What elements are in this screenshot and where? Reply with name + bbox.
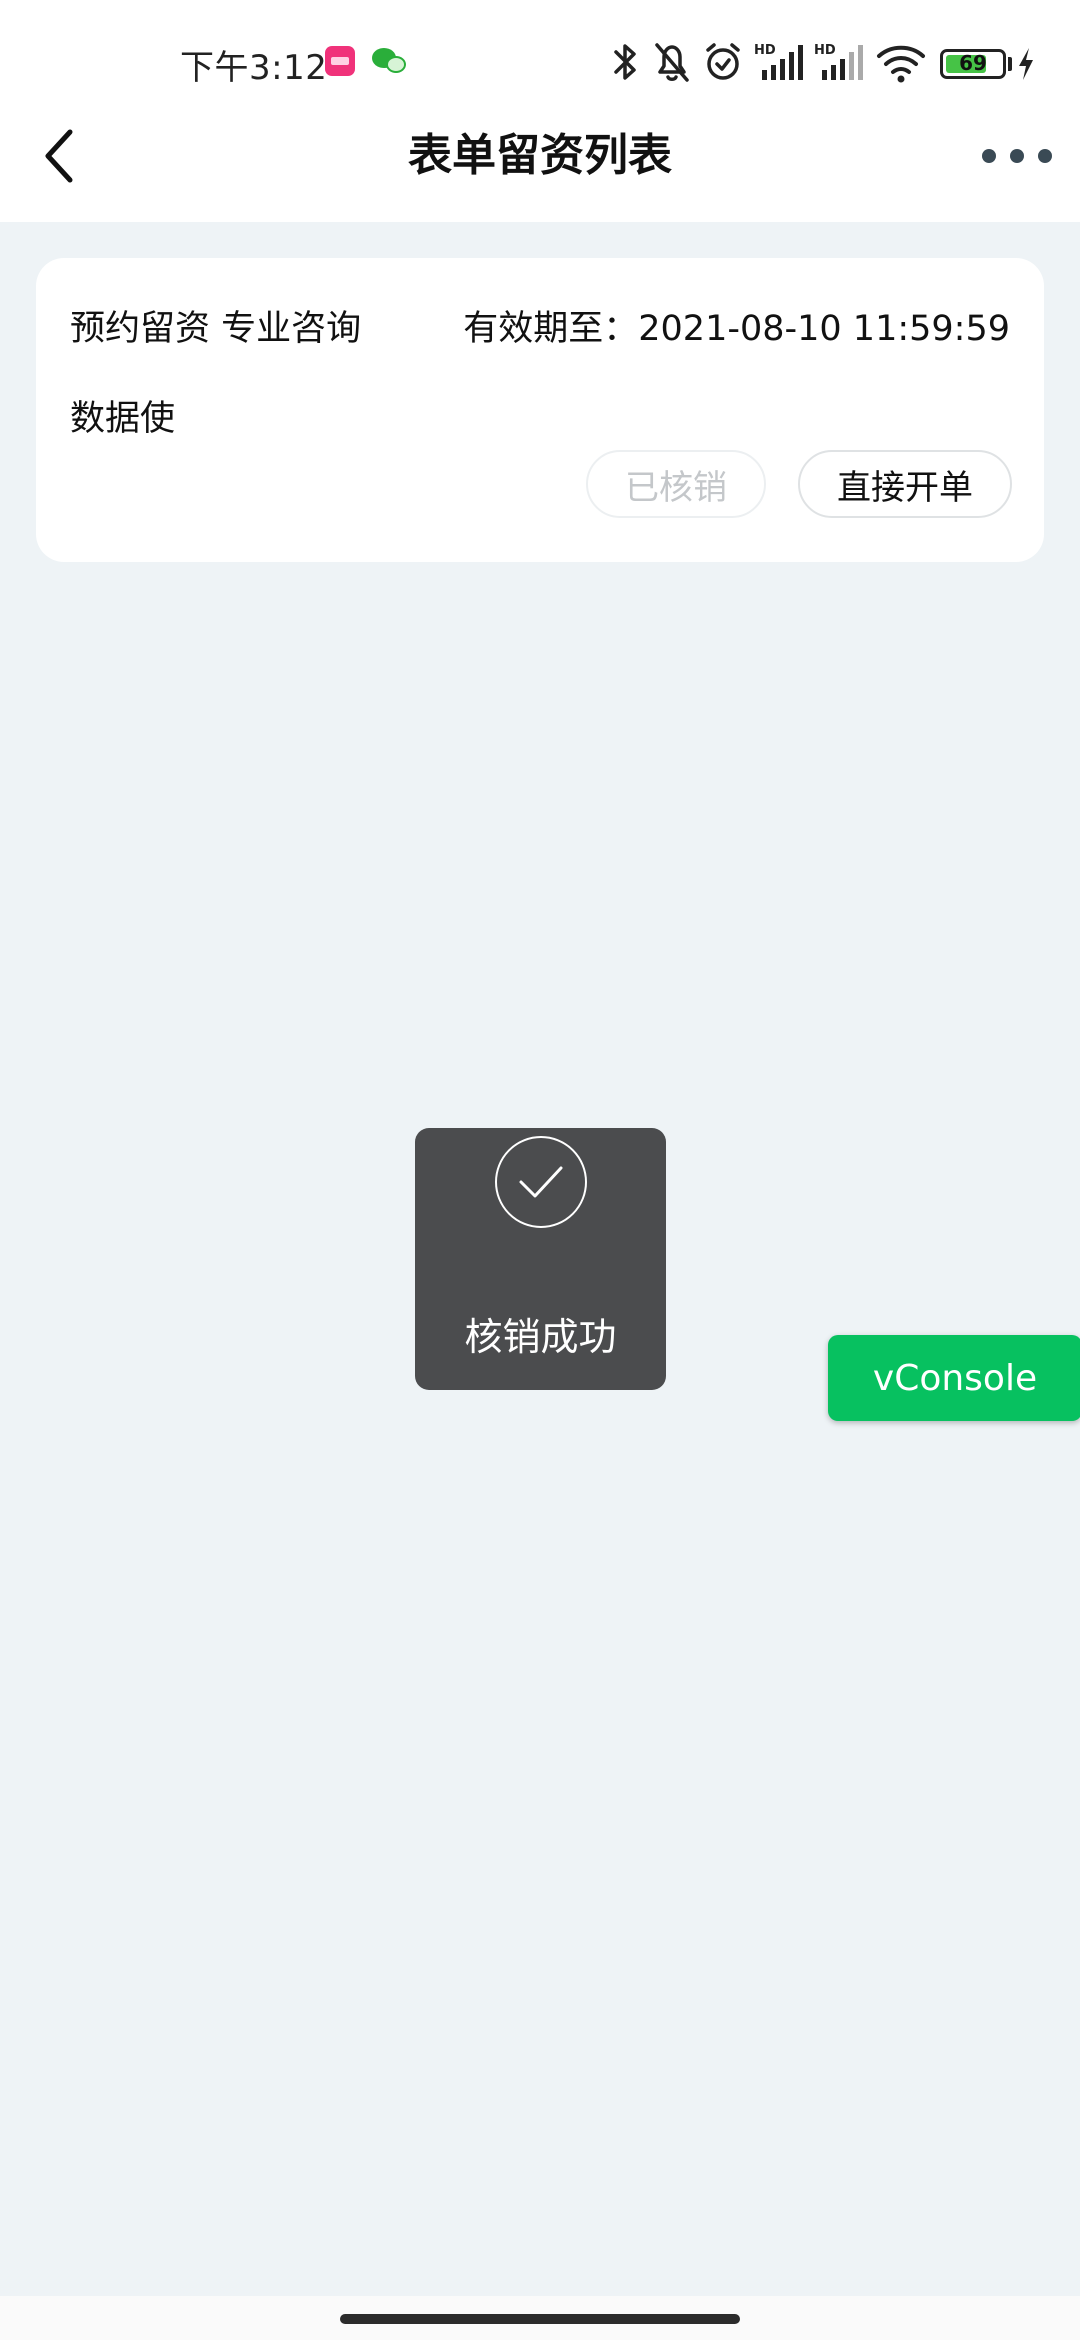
check-circle-icon — [495, 1136, 587, 1228]
success-toast: 核销成功 — [415, 1128, 666, 1390]
signal-icon: HD — [814, 43, 863, 80]
expiry-date: 有效期至：2021-08-10 11:59:59 — [463, 309, 1010, 349]
screen: 下午3:12 HD HD 69 表单留资列表 预约留资 专业咨询 有效期至：20… — [0, 0, 1080, 2340]
bottom-bar — [0, 2296, 1080, 2340]
lead-type: 预约留资 专业咨询 — [70, 309, 362, 349]
status-bar: 下午3:12 HD HD 69 — [0, 0, 1080, 126]
vconsole-button[interactable]: vConsole — [828, 1335, 1080, 1421]
toast-message: 核销成功 — [464, 1315, 617, 1359]
wifi-icon — [877, 45, 925, 83]
svg-text:HD: HD — [814, 43, 836, 58]
battery-level: 69 — [959, 51, 987, 75]
charging-icon — [1019, 48, 1033, 80]
bluetooth-icon — [614, 44, 636, 80]
more-dots-icon — [982, 149, 996, 163]
home-indicator[interactable] — [340, 2314, 740, 2324]
wechat-icon — [372, 46, 408, 76]
alarm-icon — [706, 43, 740, 80]
status-time: 下午3:12 — [180, 48, 328, 88]
open-order-button[interactable]: 直接开单 — [798, 450, 1012, 518]
customer-name: 数据使 — [70, 399, 176, 439]
signal-icon: HD — [754, 43, 803, 80]
verified-button: 已核销 — [586, 450, 766, 518]
more-button[interactable] — [982, 126, 1052, 186]
lalafy-app-icon — [325, 46, 355, 76]
nav-bar: 表单留资列表 — [0, 126, 1080, 222]
page-title: 表单留资列表 — [408, 130, 672, 181]
battery-icon: 69 — [940, 49, 1006, 79]
svg-text:HD: HD — [754, 43, 776, 58]
mute-bell-icon — [655, 43, 689, 82]
list-item: 预约留资 专业咨询 有效期至：2021-08-10 11:59:59 数据使 已… — [36, 258, 1044, 562]
